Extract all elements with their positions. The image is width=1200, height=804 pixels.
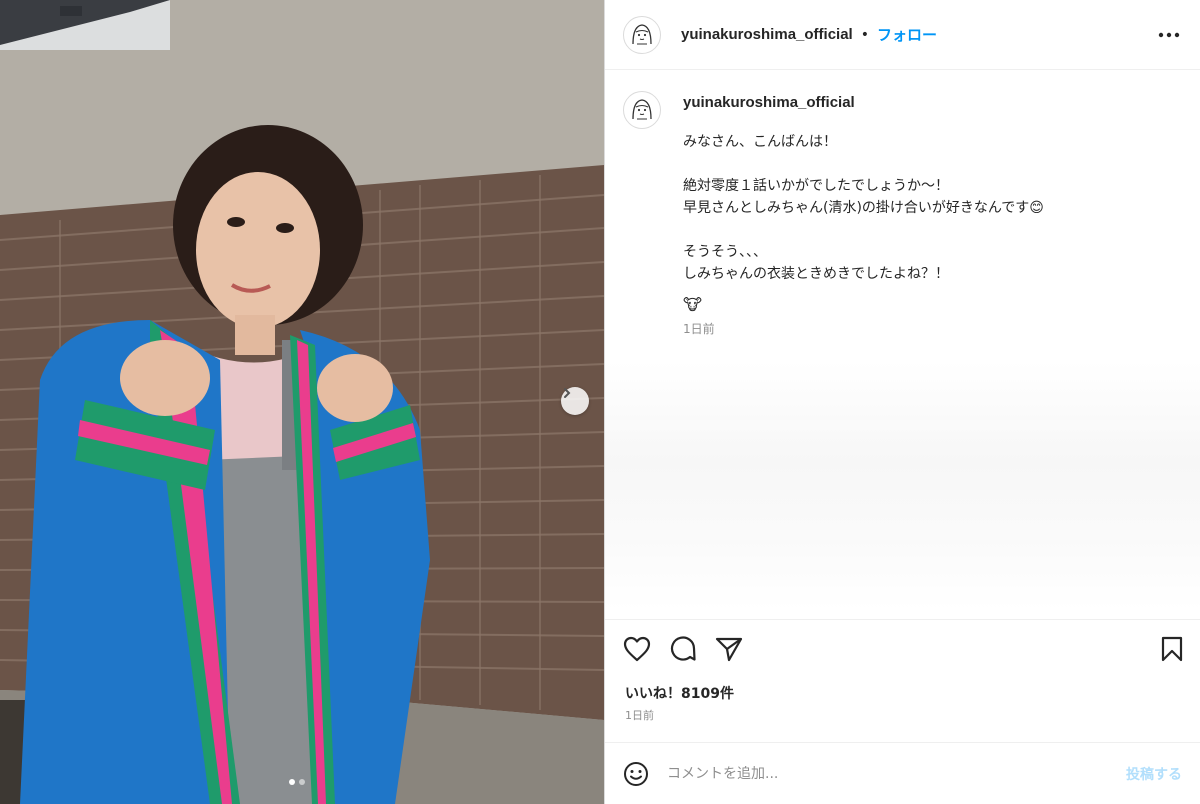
caption-line bbox=[683, 219, 1044, 241]
smiley-icon bbox=[624, 761, 648, 786]
emoji-picker-button[interactable] bbox=[623, 761, 649, 787]
paper-plane-icon bbox=[715, 637, 743, 661]
caption-text: みなさん、こんばんは！ 絶対零度１話いかがでしたでしょうか〜！ 早見さんとしみち… bbox=[683, 131, 1044, 285]
post-details-panel: yuinakuroshima_official • フォロー yuinakuro… bbox=[604, 0, 1200, 804]
post-comment-button[interactable]: 投稿する bbox=[1126, 764, 1182, 784]
header-separator: • bbox=[860, 26, 869, 43]
like-count[interactable]: いいね！8109件 bbox=[625, 683, 734, 703]
carousel-next-button[interactable] bbox=[561, 387, 589, 415]
carousel-dot-2 bbox=[299, 779, 305, 785]
chevron-right-icon bbox=[564, 388, 571, 398]
bookmark-icon bbox=[1161, 636, 1183, 661]
caption-area: yuinakuroshima_official みなさん、こんばんは！ 絶対零度… bbox=[605, 71, 1200, 619]
post-photo[interactable] bbox=[0, 0, 604, 804]
avatar[interactable] bbox=[623, 15, 661, 54]
caption-line bbox=[683, 153, 1044, 175]
caption-line: しみちゃんの衣装ときめきでしたよね？！ bbox=[683, 266, 949, 282]
share-button[interactable] bbox=[715, 636, 743, 662]
caption-timestamp[interactable]: 1日前 bbox=[683, 320, 1044, 337]
avatar-illustration-icon bbox=[632, 99, 652, 120]
comment-icon bbox=[670, 635, 696, 661]
caption: yuinakuroshima_official みなさん、こんばんは！ 絶対零度… bbox=[623, 89, 1182, 337]
more-options-button[interactable] bbox=[1158, 32, 1180, 38]
carousel-indicator bbox=[289, 779, 305, 785]
comment-input[interactable] bbox=[667, 765, 1126, 782]
comments-placeholder bbox=[605, 361, 1200, 611]
heart-icon bbox=[623, 636, 651, 661]
save-button[interactable] bbox=[1160, 636, 1184, 662]
like-button[interactable] bbox=[623, 636, 651, 662]
caption-avatar[interactable] bbox=[623, 91, 661, 129]
caption-line: 絶対零度１話いかがでしたでしょうか〜！ bbox=[683, 178, 949, 194]
post-author-username[interactable]: yuinakuroshima_official bbox=[681, 26, 853, 43]
carousel-dot-1 bbox=[289, 779, 295, 785]
photo-illustration bbox=[0, 0, 604, 804]
post-timestamp[interactable]: 1日前 bbox=[625, 707, 654, 723]
comment-button[interactable] bbox=[669, 635, 697, 663]
follow-button[interactable]: フォロー bbox=[877, 24, 937, 45]
add-comment-bar: 投稿する bbox=[605, 742, 1200, 804]
caption-username[interactable]: yuinakuroshima_official bbox=[683, 94, 1044, 111]
caption-line: 早見さんとしみちゃん(清水)の掛け合いが好きなんです😊 bbox=[683, 200, 1044, 216]
caption-emoji: 🐮 bbox=[683, 295, 702, 314]
avatar-illustration-icon bbox=[632, 23, 652, 44]
more-horizontal-icon bbox=[1158, 32, 1180, 37]
caption-line: みなさん、こんばんは！ bbox=[683, 134, 837, 150]
post-actions-bar bbox=[605, 619, 1200, 677]
caption-line: そうそう、、、 bbox=[683, 244, 767, 260]
caption-body: yuinakuroshima_official みなさん、こんばんは！ 絶対零度… bbox=[683, 89, 1044, 337]
post-header: yuinakuroshima_official • フォロー bbox=[605, 0, 1200, 70]
